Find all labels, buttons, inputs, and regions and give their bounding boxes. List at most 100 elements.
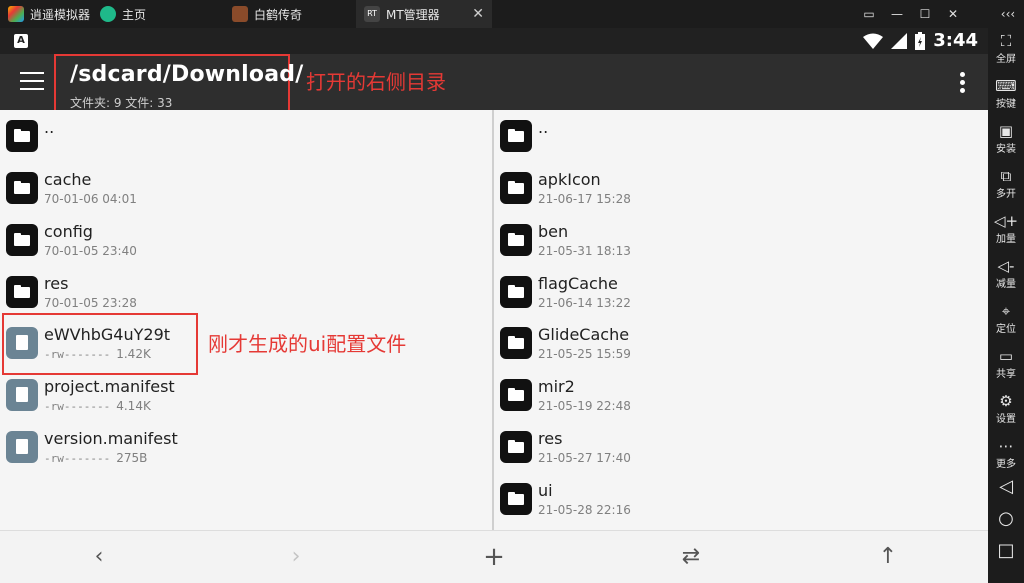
sidebar-item-volume-down[interactable]: ◁- 减量 [988, 257, 1024, 290]
item-date: 21-05-27 17:40 [538, 451, 631, 465]
android-recents-button[interactable]: □ [988, 542, 1024, 560]
sidebar-item-fullscreen[interactable]: ⛶ 全屏 [988, 32, 1024, 65]
tab-label: 逍遥模拟器 [30, 7, 91, 22]
list-item[interactable]: res 70-01-05 23:28 [0, 266, 492, 318]
tab-label: 白鹤传奇 [254, 7, 303, 22]
list-item[interactable]: mir2 21-05-19 22:48 [494, 369, 988, 421]
emulator-sidebar: ⛶ 全屏 ⌨ 按键 ▣ 安装 ⧉ 多开 ◁+ 加量 ◁- 减量 ⌖ 定位 ▭ 共… [988, 28, 1024, 583]
sidebar-item-more[interactable]: ⋯ 更多 [988, 437, 1024, 470]
location-icon: ⌖ [1001, 302, 1011, 320]
item-size: 275B [116, 451, 148, 465]
folder-icon [500, 172, 532, 204]
list-item-parent[interactable]: .. [494, 110, 988, 162]
nav-recents-icon: □ [997, 540, 1015, 561]
wifi-icon [863, 33, 884, 49]
list-item[interactable]: version.manifest -rw------- 275B [0, 421, 492, 473]
list-item[interactable]: cache 70-01-06 04:01 [0, 162, 492, 214]
path-annotation: 打开的右侧目录 [306, 70, 446, 94]
add-icon[interactable]: + [480, 543, 508, 571]
sidebar-item-share[interactable]: ▭ 共享 [988, 347, 1024, 380]
item-name: GlideCache [538, 325, 630, 344]
item-meta: -rw------- 4.14K [44, 399, 151, 413]
android-home-button[interactable]: ○ [988, 510, 1024, 528]
swap-panes-icon[interactable]: ⇄ [677, 543, 705, 571]
tab-label: 主页 [122, 7, 147, 22]
item-date: 21-05-19 22:48 [538, 399, 631, 413]
list-item[interactable]: res 21-05-27 17:40 [494, 421, 988, 473]
folder-icon [6, 172, 38, 204]
sidebar-label: 全屏 [996, 54, 1016, 65]
list-item[interactable]: ben 21-05-31 18:13 [494, 214, 988, 266]
current-path[interactable]: /sdcard/Download/ [70, 62, 303, 87]
forward-arrow-icon[interactable]: › [282, 543, 310, 571]
left-file-pane: .. cache 70-01-06 04:01 config 70-01-05 … [0, 110, 492, 530]
close-icon[interactable]: ✕ [472, 6, 484, 22]
folder-icon [6, 120, 38, 152]
minimize-icon[interactable]: — [888, 5, 906, 23]
item-name: flagCache [538, 274, 618, 293]
tab-mt-manager[interactable]: RT MT管理器 ✕ [356, 0, 492, 28]
sidebar-item-location[interactable]: ⌖ 定位 [988, 302, 1024, 335]
game-icon [232, 6, 248, 22]
folder-icon [500, 276, 532, 308]
sidebar-label: 共享 [996, 369, 1016, 380]
item-date: 70-01-05 23:40 [44, 244, 137, 258]
fullscreen-icon: ⛶ [1000, 32, 1012, 50]
multi-instance-icon: ⧉ [1000, 167, 1012, 185]
sidebar-label: 更多 [996, 459, 1016, 470]
list-item[interactable]: flagCache 21-06-14 13:22 [494, 266, 988, 318]
list-item-parent[interactable]: .. [0, 110, 492, 162]
folder-icon [500, 483, 532, 515]
file-annotation: 刚才生成的ui配置文件 [208, 332, 407, 356]
nav-home-icon: ○ [998, 508, 1014, 529]
sidebar-item-multi[interactable]: ⧉ 多开 [988, 167, 1024, 200]
list-item[interactable]: config 70-01-05 23:40 [0, 214, 492, 266]
settings-icon: ⚙ [999, 392, 1013, 410]
tab-home[interactable]: 主页 [92, 0, 220, 28]
mt-manager-icon: RT [364, 6, 380, 22]
up-directory-icon[interactable]: ↑ [874, 543, 902, 571]
tab-game[interactable]: 白鹤传奇 [224, 0, 354, 28]
folder-icon [6, 224, 38, 256]
file-highlight-box [2, 313, 198, 375]
item-name: cache [44, 170, 92, 189]
maximize-icon[interactable]: ☐ [916, 5, 934, 23]
sidebar-item-install[interactable]: ▣ 安装 [988, 122, 1024, 155]
list-item[interactable]: GlideCache 21-05-25 15:59 [494, 317, 988, 369]
signal-icon [891, 32, 908, 49]
tab-emulator[interactable]: 逍遥模拟器 [0, 0, 92, 28]
list-item[interactable]: apkIcon 21-06-17 15:28 [494, 162, 988, 214]
sidebar-label: 减量 [996, 279, 1016, 290]
hamburger-menu-icon[interactable] [20, 72, 44, 92]
list-item[interactable]: project.manifest -rw------- 4.14K [0, 369, 492, 421]
close-window-icon[interactable]: ✕ [944, 5, 962, 23]
sidebar-item-settings[interactable]: ⚙ 设置 [988, 392, 1024, 425]
overflow-menu-icon[interactable] [960, 72, 966, 94]
sidebar-label: 安装 [996, 144, 1016, 155]
collapse-sidebar-icon[interactable]: ‹‹‹ [996, 5, 1020, 23]
item-name: version.manifest [44, 429, 178, 448]
back-arrow-icon[interactable]: ‹ [85, 543, 113, 571]
folder-file-count: 文件夹: 9 文件: 33 [70, 96, 173, 110]
list-item[interactable]: ui 21-05-28 22:16 [494, 473, 988, 525]
app-toolbar: /sdcard/Download/ 文件夹: 9 文件: 33 打开的右侧目录 [0, 54, 988, 112]
sidebar-item-volume-up[interactable]: ◁+ 加量 [988, 212, 1024, 245]
item-date: 21-06-14 13:22 [538, 296, 631, 310]
list-icon[interactable]: ▭ [860, 5, 878, 23]
item-name: mir2 [538, 377, 575, 396]
sidebar-label: 加量 [996, 234, 1016, 245]
emulator-tab-bar: 逍遥模拟器 主页 白鹤传奇 RT MT管理器 ✕ ▭ — ☐ ✕ ‹‹‹ [0, 0, 1024, 28]
item-permissions: -rw------- [44, 452, 111, 465]
item-name: res [44, 274, 69, 293]
item-date: 21-05-28 22:16 [538, 503, 631, 517]
folder-icon [500, 379, 532, 411]
folder-icon [500, 120, 532, 152]
nav-back-icon: ◁ [999, 476, 1013, 497]
volume-down-icon: ◁- [997, 257, 1015, 275]
sidebar-item-keymap[interactable]: ⌨ 按键 [988, 77, 1024, 110]
apk-install-icon: ▣ [998, 122, 1014, 140]
item-date: 21-05-25 15:59 [538, 347, 631, 361]
android-back-button[interactable]: ◁ [988, 478, 1024, 496]
clock: 3:44 [933, 30, 978, 51]
battery-charging-icon [915, 31, 926, 50]
